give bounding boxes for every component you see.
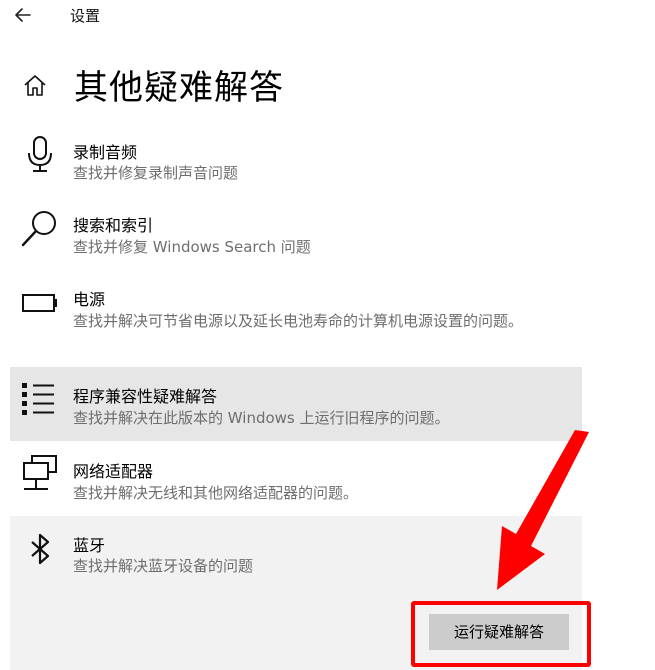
- item-description: 查找并修复 Windows Search 问题: [73, 238, 311, 256]
- run-troubleshooter-button[interactable]: 运行疑难解答: [429, 614, 569, 650]
- troubleshooter-recording-audio[interactable]: 录制音频 查找并修复录制声音问题: [10, 128, 582, 192]
- battery-icon: [20, 282, 60, 322]
- item-description: 查找并修复录制声音问题: [73, 164, 239, 182]
- item-title: 网络适配器: [73, 462, 154, 481]
- search-icon: [20, 208, 60, 248]
- item-description: 查找并解决蓝牙设备的问题: [73, 557, 254, 575]
- item-description: 查找并解决无线和其他网络适配器的问题。: [73, 484, 359, 502]
- item-description: 查找并解决在此版本的 Windows 上运行旧程序的问题。: [73, 409, 450, 427]
- troubleshooter-power[interactable]: 电源 查找并解决可节省电源以及延长电池寿命的计算机电源设置的问题。: [10, 276, 582, 360]
- item-title: 电源: [73, 290, 106, 309]
- item-title: 录制音频: [73, 143, 138, 162]
- app-title: 设置: [70, 7, 101, 25]
- item-title: 蓝牙: [73, 536, 106, 555]
- item-title: 搜索和索引: [73, 216, 154, 235]
- item-title: 程序兼容性疑难解答: [73, 387, 218, 406]
- troubleshooter-search-indexing[interactable]: 搜索和索引 查找并修复 Windows Search 问题: [10, 202, 582, 266]
- program-list-icon: [20, 379, 60, 419]
- microphone-icon: [20, 134, 60, 174]
- troubleshooter-program-compatibility[interactable]: 程序兼容性疑难解答 查找并解决在此版本的 Windows 上运行旧程序的问题。: [10, 367, 582, 441]
- page-title: 其他疑难解答: [74, 68, 284, 108]
- item-description: 查找并解决可节省电源以及延长电池寿命的计算机电源设置的问题。: [73, 312, 524, 330]
- network-adapter-icon: [20, 453, 60, 493]
- bluetooth-icon: [20, 530, 60, 570]
- home-icon[interactable]: [22, 72, 48, 98]
- back-button[interactable]: [10, 2, 36, 28]
- back-arrow-icon: [15, 8, 31, 22]
- troubleshooter-network-adapter[interactable]: 网络适配器 查找并解决无线和其他网络适配器的问题。: [10, 447, 582, 513]
- title-bar: 设置: [0, 0, 655, 32]
